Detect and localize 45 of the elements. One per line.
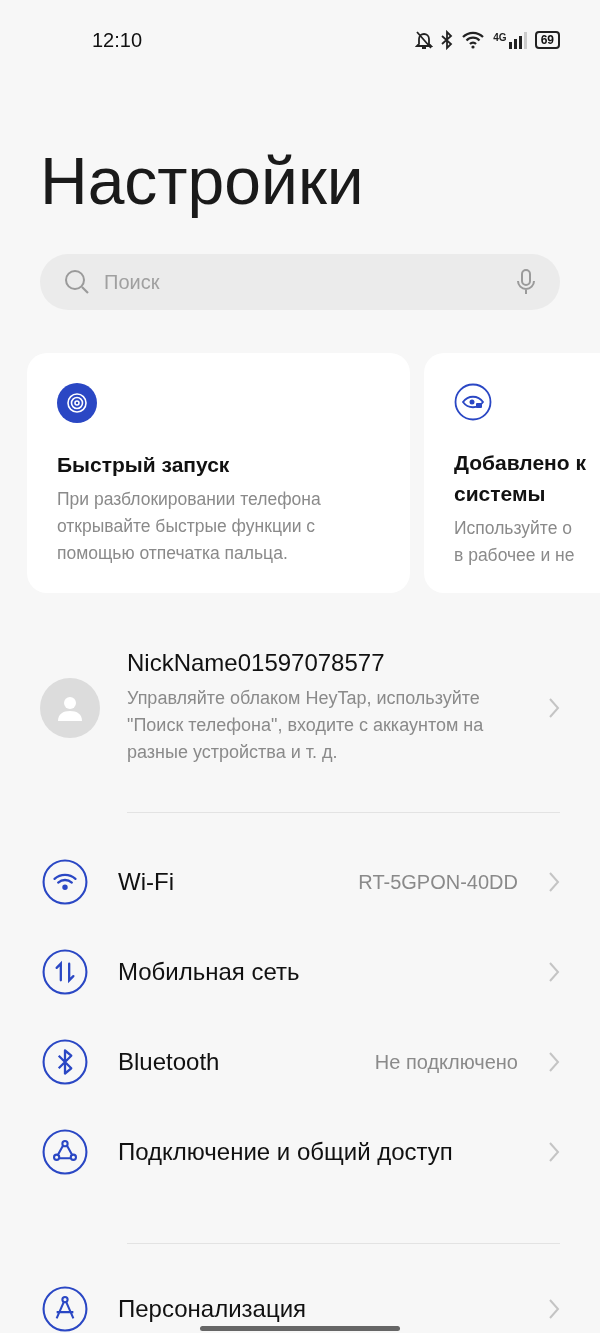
settings-label: Bluetooth (118, 1048, 221, 1076)
bluetooth-icon (441, 30, 454, 50)
network-type: 4G (493, 32, 507, 43)
settings-item[interactable]: Подключение и общий доступ (0, 1107, 600, 1197)
settings-value: RT-5GPON-40DD (358, 870, 518, 894)
chevron-right-icon (548, 1298, 560, 1320)
settings-item[interactable]: Мобильная сеть (0, 927, 600, 1017)
mobile-icon (42, 949, 88, 995)
search-field[interactable]: Поиск (40, 254, 560, 310)
battery-level: 69 (534, 31, 560, 49)
clock: 12:10 (92, 28, 144, 52)
compass-icon (42, 1286, 88, 1332)
eye-icon (454, 383, 492, 421)
settings-value: Не подключено (374, 1050, 518, 1074)
card-title: Добавлено к системы (454, 450, 587, 507)
wifi-icon (42, 859, 88, 905)
settings-item[interactable]: Персонализация (0, 1264, 600, 1333)
chevron-right-icon (548, 871, 560, 893)
account-description: Управляйте облаком HeyTap, используйте "Поиск телефона", входите с аккаунтом на разные устройства и т. д. (127, 687, 485, 764)
chevron-right-icon (548, 961, 560, 983)
card-title: Быстрый запуск (57, 452, 231, 478)
settings-item[interactable]: Wi-Fi RT-5GPON-40DD (0, 837, 600, 927)
chevron-right-icon (548, 1141, 560, 1163)
settings-label: Wi-Fi (118, 868, 175, 896)
card-description: Используйте о в рабочее и не (454, 517, 576, 567)
search-input[interactable]: Поиск (102, 269, 504, 295)
fingerprint-icon (57, 383, 97, 423)
settings-label: Мобильная сеть (118, 958, 301, 986)
settings-label: Подключение и общий доступ (118, 1138, 454, 1166)
settings-label: Персонализация (118, 1295, 308, 1323)
chevron-right-icon (548, 696, 560, 719)
microphone-icon[interactable] (516, 268, 536, 296)
chevron-right-icon (548, 1051, 560, 1073)
network-icon (42, 1129, 88, 1175)
search-icon (64, 269, 90, 295)
settings-item[interactable]: Bluetooth Не подключено (0, 1017, 600, 1107)
home-indicator[interactable] (200, 1326, 400, 1331)
feature-card[interactable]: Добавлено к системы Используйте о в рабочее и не (424, 353, 600, 593)
card-description: При разблокировании телефона открывайте быстрые функции с помощью отпечатка пальца. (57, 488, 322, 565)
wifi-icon (461, 31, 486, 49)
bluetooth-icon (42, 1039, 88, 1085)
bell-off-icon (415, 30, 434, 50)
signal-icon (508, 31, 527, 49)
account-name: NickName01597078577 (127, 649, 386, 677)
feature-card[interactable]: Быстрый запуск При разблокировании телефона открывайте быстрые функции с помощью отпечатка пальца. (27, 353, 410, 593)
